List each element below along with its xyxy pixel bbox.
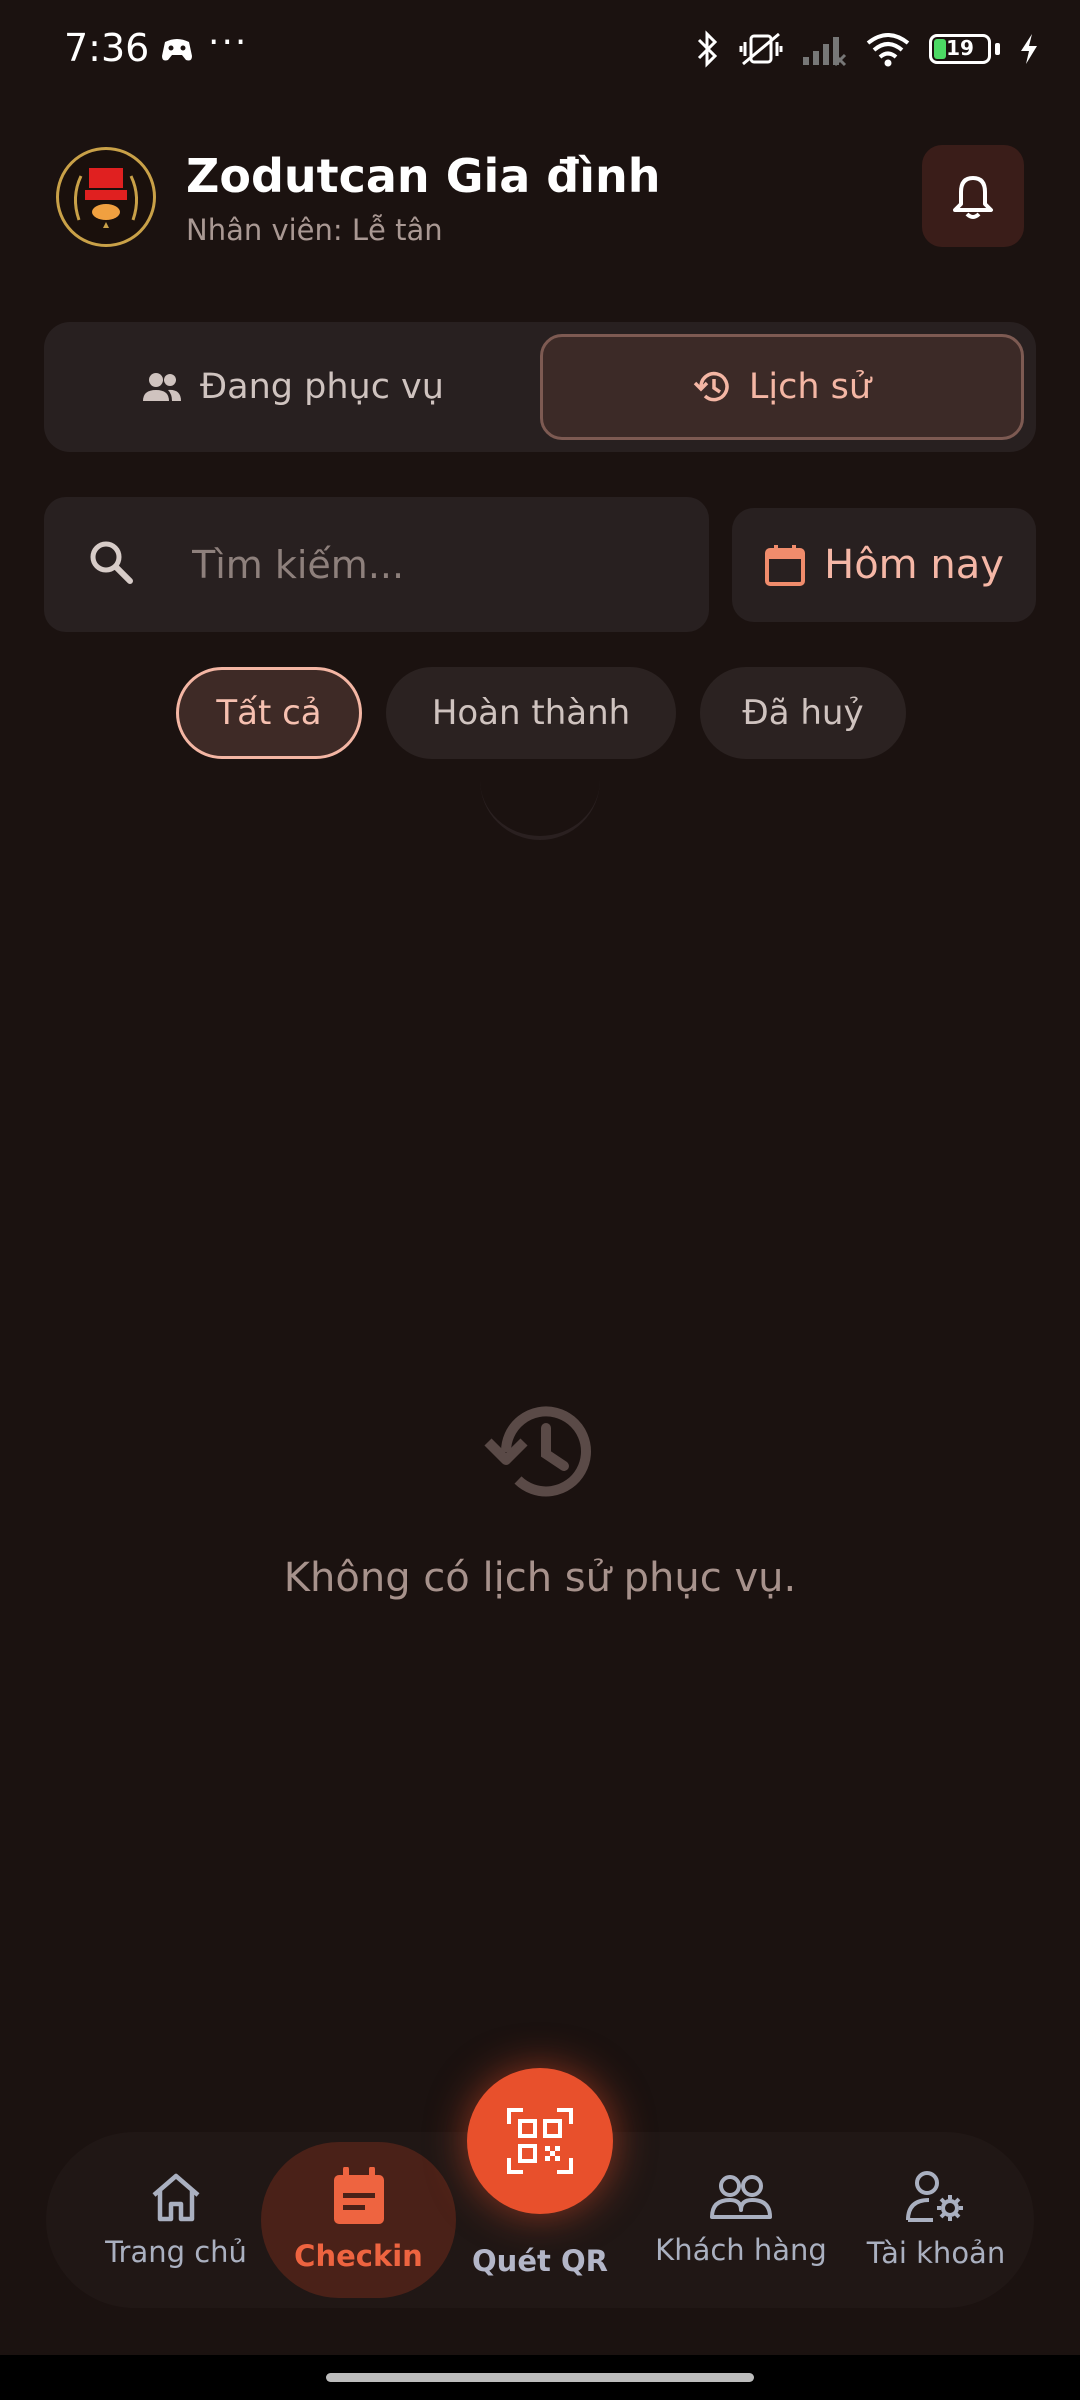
date-filter-label: Hôm nay (824, 542, 1004, 588)
more-notifications-icon: ··· (208, 22, 249, 63)
search-box[interactable] (44, 497, 709, 632)
charging-icon (1021, 34, 1037, 64)
people-icon (143, 373, 182, 401)
nav-home-label: Trang chủ (105, 2235, 247, 2269)
history-icon (693, 371, 729, 402)
bell-icon (953, 176, 993, 219)
nav-checkin-label: Checkin (294, 2239, 423, 2273)
filter-all[interactable]: Tất cả (176, 667, 362, 759)
refresh-indicator (480, 780, 600, 840)
calendar-icon (765, 545, 806, 586)
status-bar: 7:36 ··· 19 (0, 0, 1080, 105)
customers-icon (710, 2175, 772, 2219)
status-filters: Tất cả Hoàn thành Đã huỷ (176, 667, 906, 759)
battery-icon: 19 (929, 34, 991, 64)
qr-scan-icon (507, 2108, 573, 2174)
status-time: 7:36 (64, 26, 150, 70)
brand-logo (56, 147, 156, 247)
nav-customers[interactable]: Khách hàng (636, 2132, 846, 2308)
signal-icon (803, 37, 847, 67)
nav-account[interactable]: Tài khoản (836, 2132, 1036, 2308)
filter-cancelled[interactable]: Đã huỷ (700, 667, 906, 759)
search-input[interactable] (190, 529, 684, 601)
nav-home[interactable]: Trang chủ (76, 2132, 276, 2308)
notifications-button[interactable] (922, 145, 1024, 247)
scan-qr-button[interactable] (467, 2068, 613, 2214)
vibrate-off-icon (739, 32, 783, 66)
date-filter-button[interactable]: Hôm nay (732, 508, 1036, 622)
home-indicator[interactable] (326, 2373, 754, 2382)
status-icons: 19 (695, 30, 1040, 68)
history-icon (484, 1406, 591, 1497)
tab-serving[interactable]: Đang phục vụ (58, 334, 528, 440)
app-header: Zodutcan Gia đình Nhân viên: Lễ tân (56, 145, 1024, 249)
home-icon (152, 2173, 200, 2222)
checkin-icon (333, 2167, 384, 2224)
tab-history-label: Lịch sử (748, 367, 872, 407)
empty-state-message: Không có lịch sử phục vụ. (283, 1555, 797, 1601)
tab-history[interactable]: Lịch sử (540, 334, 1024, 440)
nav-customers-label: Khách hàng (655, 2233, 827, 2267)
wifi-icon (866, 33, 910, 67)
nav-scan-qr-label: Quét QR (472, 2244, 608, 2278)
battery-level: 19 (946, 36, 974, 60)
nav-checkin[interactable]: Checkin (261, 2142, 456, 2298)
view-tabs: Đang phục vụ Lịch sử (44, 322, 1036, 452)
bluetooth-icon (697, 30, 718, 68)
search-icon (90, 541, 133, 584)
game-controller-icon (160, 36, 194, 70)
nav-account-label: Tài khoản (866, 2236, 1006, 2270)
filter-completed[interactable]: Hoàn thành (386, 667, 676, 759)
account-settings-icon (906, 2171, 963, 2222)
app-title: Zodutcan Gia đình (186, 149, 661, 203)
tab-serving-label: Đang phục vụ (200, 367, 444, 407)
staff-role: Nhân viên: Lễ tân (186, 213, 443, 247)
